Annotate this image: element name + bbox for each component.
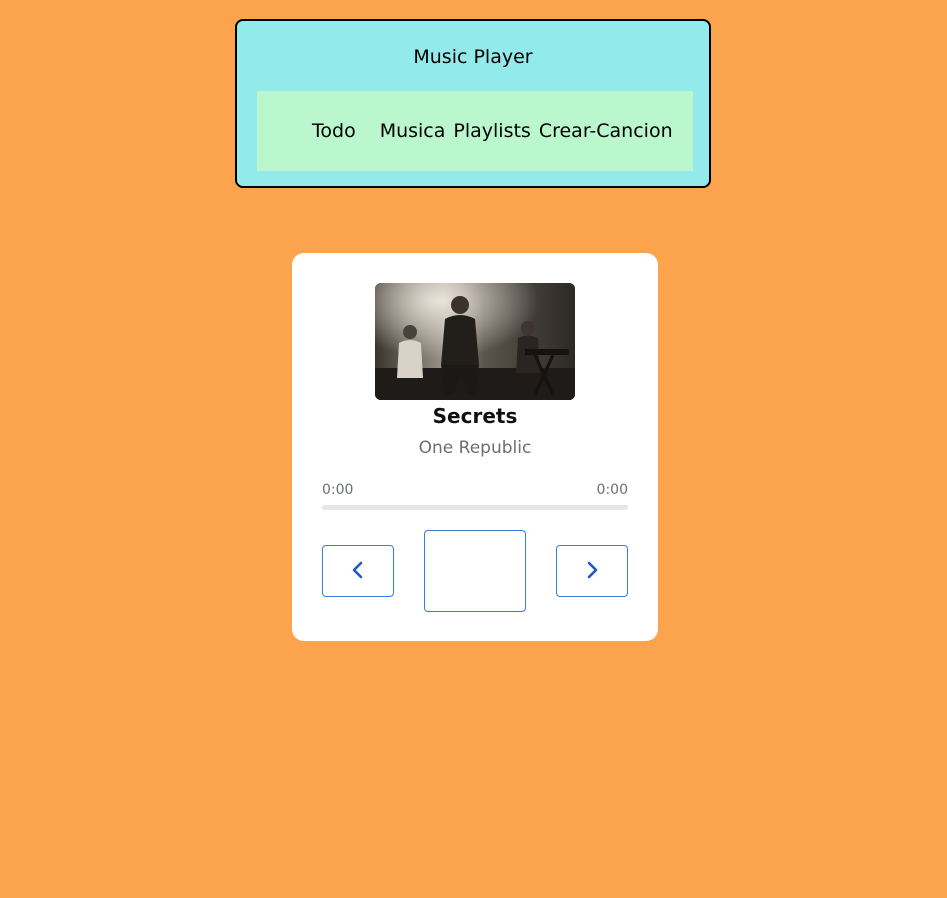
player-card: Secrets One Republic 0:00 0:00 xyxy=(292,253,658,641)
nav-link-playlists[interactable]: Playlists xyxy=(453,120,530,142)
nav-link-todo[interactable]: Todo xyxy=(312,120,356,142)
album-cover xyxy=(375,283,575,400)
song-title: Secrets xyxy=(432,404,518,428)
nav-link-crear-cancion[interactable]: Crear-Cancion xyxy=(539,120,673,142)
progress-bar[interactable] xyxy=(322,505,628,510)
previous-button[interactable] xyxy=(322,545,394,597)
app-title: Music Player xyxy=(413,46,533,68)
total-time: 0:00 xyxy=(596,482,628,498)
nav-link-musica[interactable]: Musica xyxy=(380,120,446,142)
app-header: Music Player Todo Musica Playlists Crear… xyxy=(235,19,711,188)
next-button[interactable] xyxy=(556,545,628,597)
chevron-left-icon xyxy=(351,560,365,583)
current-time: 0:00 xyxy=(322,482,354,498)
chevron-right-icon xyxy=(585,560,599,583)
page: Music Player Todo Musica Playlists Crear… xyxy=(0,0,947,898)
play-button[interactable] xyxy=(424,530,526,612)
song-artist: One Republic xyxy=(418,438,532,458)
main-nav: Todo Musica Playlists Crear-Cancion xyxy=(257,91,693,171)
